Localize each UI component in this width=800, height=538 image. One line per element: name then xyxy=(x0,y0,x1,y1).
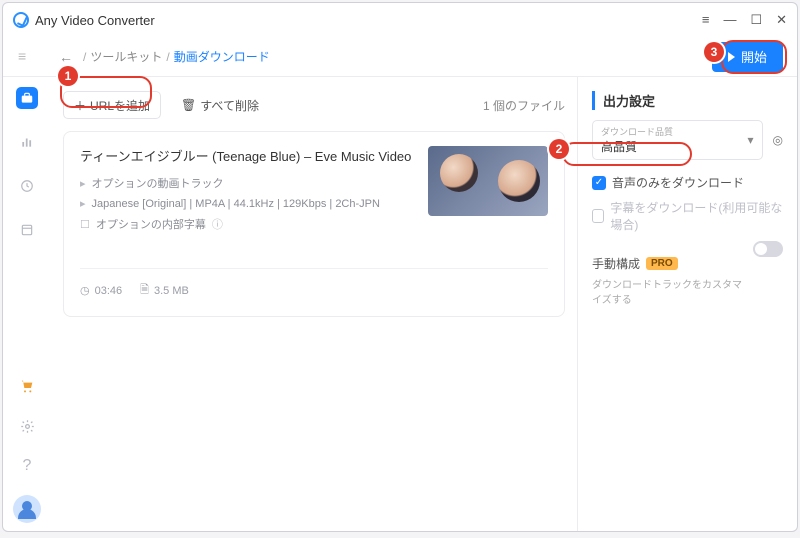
nav-toolbox-icon[interactable] xyxy=(16,87,38,109)
main-area: ＋ URLを追加 🗑 すべて削除 1 個のファイル ティーンエイジブルー (Te… xyxy=(51,77,797,531)
video-duration: 03:46 xyxy=(95,285,123,297)
side-nav: ? xyxy=(3,77,51,531)
close-icon[interactable]: ✕ xyxy=(776,12,787,28)
start-button-label: 開始 xyxy=(741,47,767,66)
chevron-down-icon: ▾ xyxy=(747,133,753,147)
video-info: ティーンエイジブルー (Teenage Blue) – Eve Music Vi… xyxy=(80,146,412,238)
subtitles-label: 字幕をダウンロード(利用可能な場合) xyxy=(610,199,783,233)
subtitles-checkbox xyxy=(592,209,604,223)
play-icon xyxy=(728,52,735,62)
crumb-sep: / xyxy=(166,50,169,64)
manual-toggle[interactable] xyxy=(753,241,783,257)
nav-cart-icon[interactable] xyxy=(16,375,38,397)
video-format: Japanese [Original] | MP4A | 44.1kHz | 1… xyxy=(92,198,380,210)
back-button[interactable]: ← xyxy=(59,49,73,65)
video-card: ティーンエイジブルー (Teenage Blue) – Eve Music Vi… xyxy=(63,131,565,317)
audio-only-label: 音声のみをダウンロード xyxy=(612,174,744,191)
quality-select[interactable]: ダウンロード品質 高品質 ▾ xyxy=(592,120,763,160)
breadcrumb-root[interactable]: ツールキット xyxy=(90,48,162,65)
video-audio-track: オプションの動画トラック xyxy=(92,175,224,191)
plus-icon: ＋ xyxy=(74,97,86,114)
annotation-badge-2: 2 xyxy=(549,139,569,159)
sidebar-toggle-icon[interactable]: ≡ xyxy=(18,48,36,64)
nav-settings-icon[interactable] xyxy=(16,415,38,437)
video-thumbnail xyxy=(428,146,548,216)
annotation-badge-3: 3 xyxy=(704,42,724,62)
settings-header: 出力設定 xyxy=(592,91,783,110)
nav-history-icon[interactable] xyxy=(16,175,38,197)
minimize-icon[interactable]: — xyxy=(723,12,736,28)
subtitles-row: 字幕をダウンロード(利用可能な場合) xyxy=(592,199,783,233)
body: ? ＋ URLを追加 🗑 すべて削除 1 個のファイル xyxy=(3,77,797,531)
info-icon[interactable]: ⓘ xyxy=(212,216,223,232)
trash-icon: 🗑 xyxy=(181,98,196,112)
video-subs: オプションの内部字幕 xyxy=(96,216,206,232)
window-controls: ≡ — ☐ ✕ xyxy=(702,12,787,28)
nav-help-icon[interactable]: ? xyxy=(16,455,38,477)
clear-all-label: すべて削除 xyxy=(200,97,259,114)
nav-bottom: ? xyxy=(13,375,41,531)
settings-pane: 出力設定 ダウンロード品質 高品質 ▾ ◎ ✓ 音声のみをダウンロード 字幕をダ… xyxy=(577,77,797,531)
manual-label: 手動構成 xyxy=(592,255,640,272)
add-url-button[interactable]: ＋ URLを追加 xyxy=(63,91,161,119)
app-title: Any Video Converter xyxy=(35,13,155,28)
quality-value: 高品質 xyxy=(601,138,754,155)
breadcrumb-current: 動画ダウンロード xyxy=(174,48,270,65)
subs-icon: ☐ xyxy=(80,218,90,231)
clear-all-button[interactable]: 🗑 すべて削除 xyxy=(171,91,269,119)
format-icon: ▸ xyxy=(80,197,86,210)
pro-badge: PRO xyxy=(646,257,678,270)
files-pane: ＋ URLを追加 🗑 すべて削除 1 個のファイル ティーンエイジブルー (Te… xyxy=(51,77,577,531)
file-count: 1 個のファイル xyxy=(483,97,565,114)
app-window: Any Video Converter ≡ — ☐ ✕ ← / ツールキット /… xyxy=(2,2,798,532)
clock-icon: ◷ xyxy=(80,284,90,297)
maximize-icon[interactable]: ☐ xyxy=(750,12,762,28)
titlebar: Any Video Converter ≡ — ☐ ✕ xyxy=(3,3,797,37)
crumb-sep: / xyxy=(83,50,86,64)
manual-sub-label: ダウンロードトラックをカスタマイズする xyxy=(592,276,745,306)
video-title: ティーンエイジブルー (Teenage Blue) – Eve Music Vi… xyxy=(80,146,412,165)
user-avatar[interactable] xyxy=(13,495,41,523)
audio-only-checkbox[interactable]: ✓ xyxy=(592,176,606,190)
file-tools: ＋ URLを追加 🗑 すべて削除 1 個のファイル xyxy=(63,91,565,119)
app-logo-icon xyxy=(13,12,29,28)
track-icon: ▸ xyxy=(80,177,86,190)
output-folder-icon[interactable]: ◎ xyxy=(773,133,783,147)
quality-label: ダウンロード品質 xyxy=(601,125,754,138)
menu-icon[interactable]: ≡ xyxy=(702,12,710,28)
video-size: 3.5 MB xyxy=(154,285,189,297)
add-url-label: URLを追加 xyxy=(90,97,150,114)
top-toolbar: ← / ツールキット / 動画ダウンロード 開始 xyxy=(3,37,797,77)
audio-only-row[interactable]: ✓ 音声のみをダウンロード xyxy=(592,174,783,191)
annotation-badge-1: 1 xyxy=(58,66,78,86)
file-icon: 🗎 xyxy=(140,281,149,300)
nav-bookmark-icon[interactable] xyxy=(16,219,38,241)
nav-stats-icon[interactable] xyxy=(16,131,38,153)
